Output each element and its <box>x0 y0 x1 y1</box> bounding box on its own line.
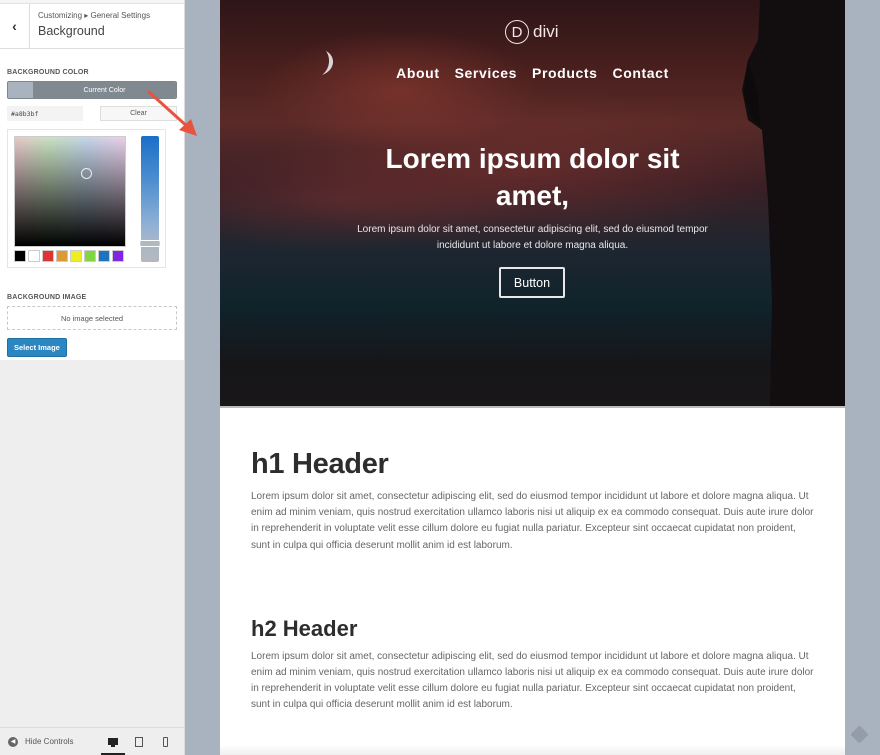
nav-item-services[interactable]: Services <box>455 65 517 81</box>
hide-controls-label: Hide Controls <box>25 737 74 746</box>
sidebar-footer: ◀ Hide Controls <box>0 727 184 755</box>
hero-divider <box>220 406 845 408</box>
nav-item-products[interactable]: Products <box>532 65 597 81</box>
h2-body-text: Lorem ipsum dolor sit amet, consectetur … <box>251 650 814 711</box>
mobile-icon <box>162 736 168 747</box>
background-image-label: Background Image <box>7 294 87 301</box>
image-placeholder[interactable]: No image selected <box>7 306 177 330</box>
h1-header: h1 Header <box>251 448 389 480</box>
desktop-preview-button[interactable] <box>100 728 126 755</box>
hex-input[interactable] <box>7 106 83 121</box>
content-section: h1 Header Lorem ipsum dolor sit amet, co… <box>220 408 845 714</box>
palette-swatch-6[interactable] <box>98 250 110 262</box>
divi-settings-icon[interactable] <box>850 725 869 744</box>
palette-swatch-7[interactable] <box>112 250 124 262</box>
palette-swatch-4[interactable] <box>70 250 82 262</box>
current-color-button[interactable]: Current Color <box>7 81 177 99</box>
sidebar-header: ‹ Customizing ▸ General Settings Backgro… <box>0 4 184 49</box>
hero-button[interactable]: Button <box>499 267 565 298</box>
palette-swatch-0[interactable] <box>14 250 26 262</box>
hero-subtitle: Lorem ipsum dolor sit amet, consectetur … <box>357 224 708 251</box>
hide-controls-button[interactable]: ◀ Hide Controls <box>0 736 74 747</box>
hero-section: D divi About Services Products Contact L… <box>220 0 845 408</box>
section-title: Background <box>38 24 105 38</box>
collapse-arrow-icon: ◀ <box>8 736 18 747</box>
nav-item-about[interactable]: About <box>396 65 439 81</box>
hero-title: Lorem ipsum dolor sit amet, <box>385 143 680 211</box>
logo-mark: D <box>505 20 529 44</box>
mobile-preview-button[interactable] <box>152 728 178 755</box>
site-logo[interactable]: D divi <box>505 20 559 44</box>
device-preview-toggles <box>100 728 178 755</box>
clear-button[interactable]: Clear <box>100 106 177 121</box>
palette-swatch-1[interactable] <box>28 250 40 262</box>
select-image-button[interactable]: Select Image <box>7 338 67 357</box>
back-button[interactable]: ‹ <box>0 4 30 48</box>
palette-swatch-5[interactable] <box>84 250 96 262</box>
h1-body-text: Lorem ipsum dolor sit amet, consectetur … <box>251 491 814 551</box>
tablet-preview-button[interactable] <box>126 728 152 755</box>
palette-swatch-2[interactable] <box>42 250 54 262</box>
color-picker <box>7 129 166 268</box>
nav-item-contact[interactable]: Contact <box>613 65 669 81</box>
header-titles: Customizing ▸ General Settings Backgroun… <box>30 4 150 48</box>
site-preview: D divi About Services Products Contact L… <box>220 0 845 755</box>
hex-row: Clear <box>7 106 177 121</box>
background-color-label: Background Color <box>7 69 89 76</box>
current-color-swatch <box>8 82 33 98</box>
tablet-icon <box>135 736 143 747</box>
hue-slider-handle[interactable] <box>139 240 161 247</box>
desktop-icon <box>108 738 118 747</box>
current-color-label: Current Color <box>33 82 176 98</box>
palette-swatch-3[interactable] <box>56 250 68 262</box>
color-palette <box>14 250 124 262</box>
h2-header: h2 Header <box>251 615 358 641</box>
chevron-left-icon: ‹ <box>12 18 17 34</box>
customizer-sidebar: ‹ Customizing ▸ General Settings Backgro… <box>0 0 185 755</box>
controls-panel: Background Color Current Color Clear Bac… <box>0 49 184 360</box>
main-nav: About Services Products Contact <box>220 65 845 81</box>
saturation-box[interactable] <box>14 136 126 247</box>
breadcrumb: Customizing ▸ General Settings <box>38 11 151 20</box>
logo-text: divi <box>533 22 559 41</box>
saturation-handle[interactable] <box>81 168 92 179</box>
